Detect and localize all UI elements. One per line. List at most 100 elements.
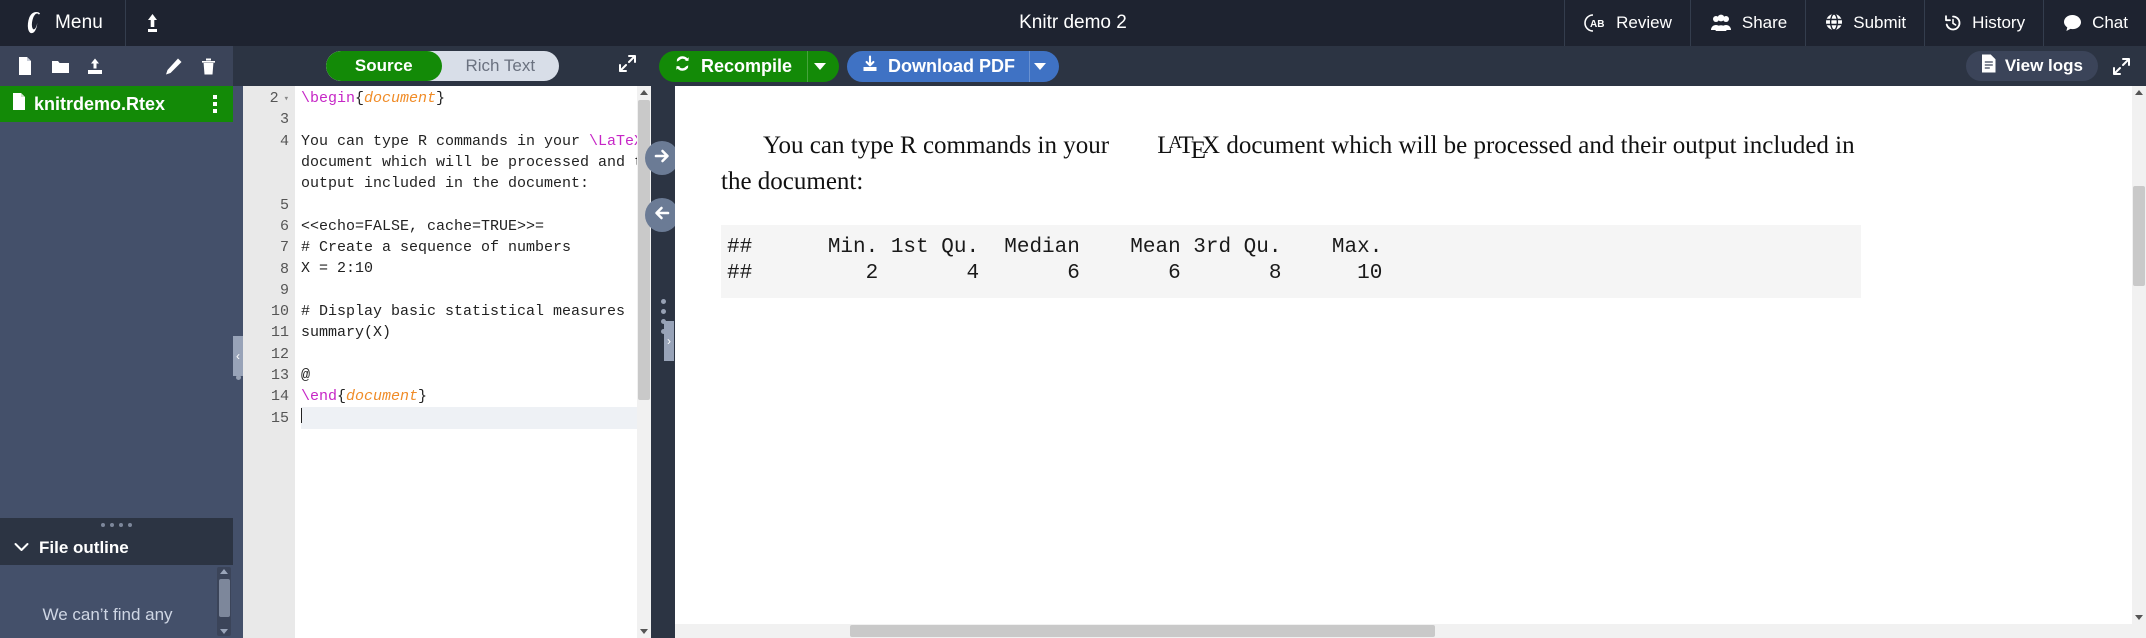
latex-logo: LATEX	[1115, 128, 1220, 164]
new-folder-icon[interactable]	[45, 50, 75, 82]
scrollbar-thumb[interactable]	[850, 625, 1435, 637]
latex-command: \end	[301, 388, 338, 406]
code-line[interactable]	[301, 407, 637, 429]
gutter-line: 5	[243, 194, 295, 215]
code-line[interactable]: X = 2:10	[301, 258, 637, 279]
line-number: 15	[270, 409, 289, 427]
code-line[interactable]	[301, 344, 637, 365]
gutter-line: 8	[243, 258, 295, 279]
recompile-button[interactable]: Recompile	[659, 50, 840, 82]
recompile-label: Recompile	[701, 55, 793, 76]
sidebar-resize-handle[interactable]	[0, 518, 233, 531]
code-line[interactable]: <<echo=FALSE, cache=TRUE>>=	[301, 216, 637, 237]
code-line[interactable]	[301, 280, 637, 301]
code-text: <<echo=FALSE, cache=TRUE>>=	[301, 217, 545, 235]
submit-button[interactable]: Submit	[1805, 0, 1924, 46]
scrollbar-thumb[interactable]	[638, 100, 650, 400]
scroll-down-arrow-icon[interactable]	[640, 629, 648, 634]
upload-icon[interactable]	[126, 0, 180, 46]
code-text: {	[355, 90, 365, 107]
file-name-label: knitrdemo.Rtex	[34, 93, 166, 114]
code-line[interactable]	[301, 194, 637, 215]
collapse-sidebar-arrow[interactable]: ‹	[233, 336, 243, 376]
code-line[interactable]: @	[301, 365, 637, 386]
outline-scrollbar[interactable]	[217, 567, 231, 636]
latex-a: A	[1168, 132, 1182, 153]
code-line[interactable]: # Display basic statistical measures	[301, 301, 637, 322]
pdf-vertical-scrollbar[interactable]	[2132, 86, 2146, 624]
gutter-line: 14	[243, 386, 295, 407]
scroll-up-arrow-icon[interactable]	[220, 569, 228, 574]
code-line[interactable]: # Create a sequence of numbers	[301, 237, 637, 258]
line-number: 3	[279, 111, 289, 129]
overleaf-logo-icon	[22, 10, 44, 36]
sync-to-pdf-button[interactable]	[645, 141, 679, 175]
scroll-down-arrow-icon[interactable]	[220, 629, 228, 634]
scroll-down-arrow-icon[interactable]	[2135, 615, 2143, 620]
pdf-paragraph: You can type R commands in your LATEX do…	[721, 128, 1861, 199]
upload-file-icon[interactable]	[80, 50, 110, 82]
history-button[interactable]: History	[1924, 0, 2043, 46]
share-button[interactable]: Share	[1689, 0, 1805, 46]
view-logs-button[interactable]: View logs	[1965, 51, 2098, 81]
scroll-up-arrow-icon[interactable]	[640, 90, 648, 95]
scroll-up-arrow-icon[interactable]	[2135, 90, 2143, 95]
expand-pdf-icon[interactable]	[2106, 57, 2136, 76]
code-line[interactable]: summary(X)	[301, 322, 637, 343]
scrollbar-thumb[interactable]	[2133, 186, 2145, 286]
new-file-icon[interactable]	[10, 50, 40, 82]
file-outline-body: We can’t find any	[0, 565, 233, 638]
menu-button[interactable]: Menu	[0, 0, 126, 46]
code-text: # Create a sequence of numbers	[301, 239, 572, 257]
pencil-edit-icon[interactable]	[158, 50, 188, 82]
latex-argument: document	[364, 90, 437, 107]
code-line[interactable]	[301, 109, 637, 130]
recompile-options-caret[interactable]	[807, 50, 839, 82]
history-clock-icon	[1943, 13, 1963, 33]
expand-editor-icon[interactable]	[618, 54, 637, 78]
pdf-preview-pane[interactable]: You can type R commands in your LATEX do…	[675, 86, 2146, 638]
gutter-line: 15	[243, 407, 295, 428]
pdf-content: You can type R commands in your LATEX do…	[721, 128, 2100, 299]
line-number: 5	[279, 196, 289, 214]
download-pdf-button[interactable]: Download PDF	[847, 50, 1060, 82]
menu-label: Menu	[55, 12, 103, 33]
code-text: @	[301, 366, 311, 384]
chat-button[interactable]: Chat	[2043, 0, 2146, 46]
review-button[interactable]: AB Review	[1564, 0, 1690, 46]
code-line[interactable]: output included in the document:	[301, 173, 637, 194]
pdf-horizontal-scrollbar[interactable]	[675, 624, 2146, 638]
view-logs-label: View logs	[2004, 56, 2083, 75]
line-number: 9	[279, 281, 289, 299]
download-options-caret[interactable]	[1029, 50, 1059, 82]
code-line[interactable]: document which will be processed and the…	[301, 152, 637, 173]
gutter-line: 3	[243, 109, 295, 130]
collapse-editor-arrow[interactable]: ›	[664, 321, 674, 361]
editor-code-area[interactable]: \begin{document} You can type R commands …	[295, 86, 637, 638]
file-icon	[12, 93, 26, 115]
submit-globe-icon	[1824, 13, 1844, 33]
line-number: 7	[279, 239, 289, 257]
file-tree-item-knitrdemo[interactable]: knitrdemo.Rtex	[0, 86, 233, 122]
scrollbar-thumb[interactable]	[218, 579, 230, 617]
code-text: }	[436, 90, 446, 107]
pdf-paragraph-pre: You can type R commands in your	[763, 132, 1116, 159]
kebab-menu-icon[interactable]	[209, 91, 221, 117]
tab-source[interactable]: Source	[325, 51, 442, 81]
tab-rich-text[interactable]: Rich Text	[442, 51, 559, 81]
gutter-line: 7	[243, 237, 295, 258]
code-line[interactable]: \begin{document}	[301, 88, 637, 109]
gutter-line: 13	[243, 365, 295, 386]
chat-label: Chat	[2092, 13, 2128, 32]
fold-toggle-icon[interactable]: ▾	[284, 94, 289, 104]
editor-mode-toggle[interactable]: Source Rich Text	[325, 51, 559, 81]
trash-delete-icon[interactable]	[193, 50, 223, 82]
gutter-line: 9	[243, 280, 295, 301]
code-line[interactable]: You can type R commands in your \LaTeX{}	[301, 131, 637, 152]
file-outline-header[interactable]: File outline	[0, 531, 233, 565]
code-line[interactable]: \end{document}	[301, 386, 637, 407]
share-label: Share	[1741, 13, 1788, 32]
sync-to-code-button[interactable]	[645, 198, 679, 232]
file-outline-title: File outline	[39, 538, 129, 557]
top-navigation-bar: Menu Knitr demo 2 AB Review Share Submit…	[0, 0, 2146, 46]
